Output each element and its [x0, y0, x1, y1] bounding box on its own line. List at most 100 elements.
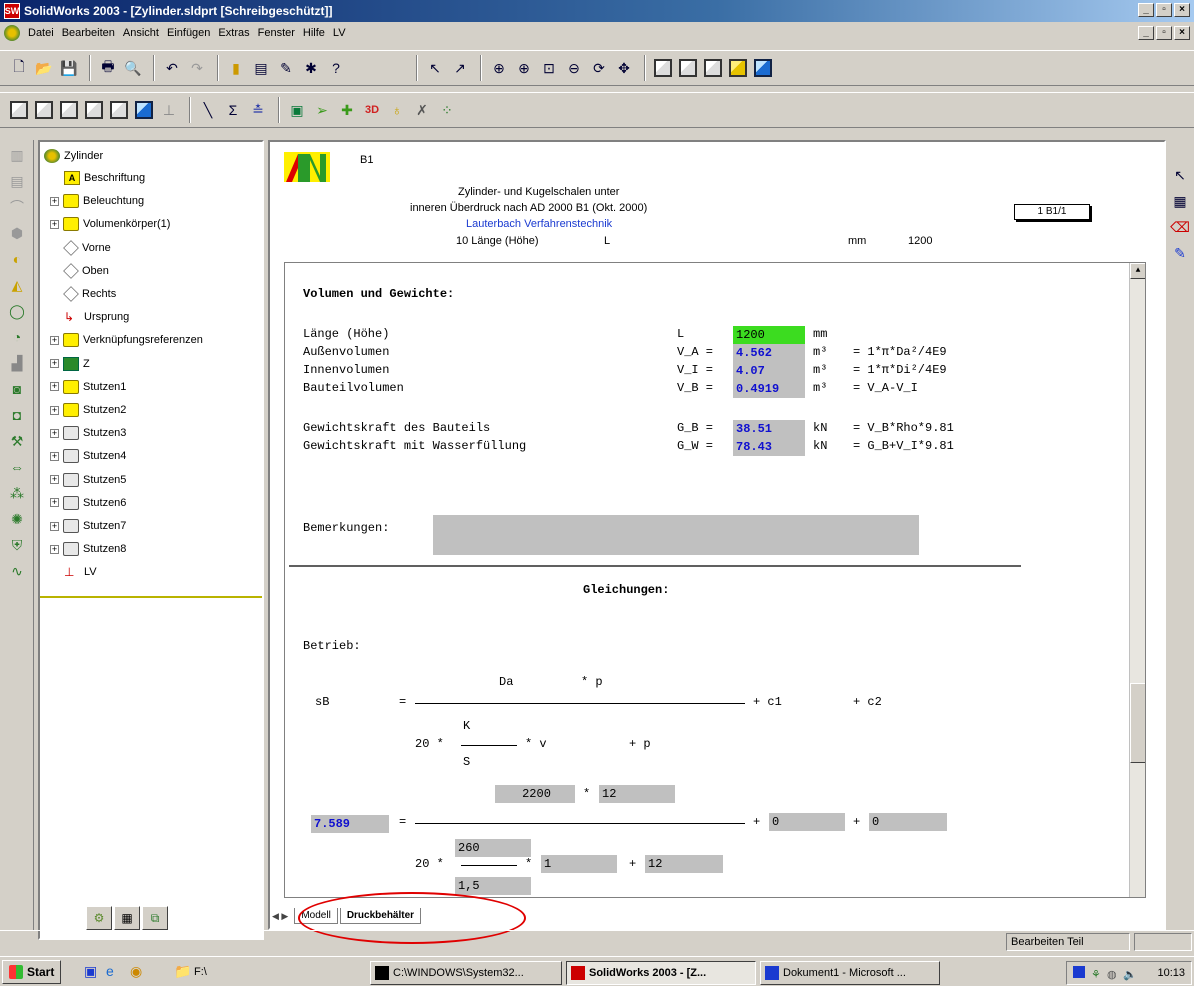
expand-icon[interactable]: +: [50, 544, 59, 554]
equation-icon[interactable]: ≛: [247, 99, 269, 121]
connection-icon[interactable]: ✚: [336, 99, 358, 121]
eraser-icon[interactable]: ⌫: [1169, 216, 1191, 238]
isometric-view-icon[interactable]: [133, 99, 155, 121]
doc-close-button[interactable]: ×: [1174, 26, 1190, 40]
left-view-icon[interactable]: [58, 99, 80, 121]
folder-icon[interactable]: 📁: [174, 963, 191, 980]
start-button[interactable]: Start: [2, 959, 62, 984]
tree-item[interactable]: + Stutzen2: [50, 400, 126, 420]
tree-item[interactable]: + Stutzen4: [50, 446, 126, 466]
scroll-thumb[interactable]: [1130, 683, 1145, 763]
row-value-field[interactable]: 1200: [733, 326, 805, 344]
remarks-field[interactable]: [433, 515, 919, 555]
normal-to-icon[interactable]: ⊥: [158, 99, 180, 121]
sweep-icon[interactable]: ⌒: [6, 196, 28, 218]
hole-icon[interactable]: ◙: [6, 378, 28, 400]
tree-item[interactable]: ↳ Ursprung: [64, 307, 129, 327]
help-icon[interactable]: ?: [325, 57, 347, 79]
front-view-icon[interactable]: [8, 99, 30, 121]
wireframe-icon[interactable]: [652, 57, 674, 79]
zoom-in-icon[interactable]: ⊕: [513, 57, 535, 79]
print-icon[interactable]: 🖶: [97, 57, 119, 79]
expand-icon[interactable]: +: [50, 521, 59, 531]
expand-icon[interactable]: +: [50, 428, 59, 438]
tree-item[interactable]: + Stutzen8: [50, 539, 126, 559]
pen-icon[interactable]: ✎: [1169, 242, 1191, 264]
menu-bearbeiten[interactable]: Bearbeiten: [58, 27, 119, 39]
chamfer-icon[interactable]: ◭: [6, 274, 28, 296]
shaded-icon[interactable]: [752, 57, 774, 79]
document-scrollbar[interactable]: ▲: [1129, 263, 1145, 897]
pointer-icon[interactable]: ↖: [1169, 164, 1191, 186]
menu-ansicht[interactable]: Ansicht: [119, 27, 163, 39]
hidden-lines-gray-icon[interactable]: [677, 57, 699, 79]
undo-icon[interactable]: ↶: [161, 57, 183, 79]
da-field[interactable]: 2200: [495, 785, 575, 803]
doc-minimize-button[interactable]: _: [1138, 26, 1154, 40]
wizard-icon[interactable]: ◘: [6, 404, 28, 426]
document-menu-icon[interactable]: [4, 25, 20, 41]
menu-einfuegen[interactable]: Einfügen: [163, 27, 214, 39]
grid-dots-icon[interactable]: ⁘: [436, 99, 458, 121]
sketch-line-icon[interactable]: ╲: [197, 99, 219, 121]
pattern-icon[interactable]: ⇔: [6, 456, 28, 478]
task-word[interactable]: Dokument1 - Microsoft ...: [760, 961, 940, 985]
draft-icon[interactable]: ◔: [6, 326, 28, 348]
circular-pattern-icon[interactable]: ✺: [6, 508, 28, 530]
tab-nav-arrows-icon[interactable]: ◀ ▶: [272, 911, 288, 922]
tools-x-icon[interactable]: ✗: [411, 99, 433, 121]
mirror-icon[interactable]: ⚒: [6, 430, 28, 452]
graphics-area[interactable]: B1 Zylinder- und Kugelschalen unter inne…: [268, 140, 1166, 930]
expand-icon[interactable]: +: [50, 219, 59, 229]
menu-lv[interactable]: LV: [329, 27, 350, 39]
redo-icon[interactable]: ↷: [186, 57, 208, 79]
p2-field[interactable]: 12: [645, 855, 723, 873]
tree-item[interactable]: Rechts: [63, 284, 116, 304]
flow-icon[interactable]: ➢: [311, 99, 333, 121]
new-file-icon[interactable]: 🗋: [8, 57, 30, 79]
minimize-button[interactable]: _: [1138, 3, 1154, 17]
tree-item[interactable]: ⊥ LV: [64, 562, 97, 582]
right-view-icon[interactable]: [83, 99, 105, 121]
volume-icon[interactable]: 🔈: [1123, 964, 1137, 986]
expand-icon[interactable]: +: [50, 196, 59, 206]
internet-explorer-icon[interactable]: e: [106, 963, 114, 979]
tools-icon[interactable]: ✱: [300, 57, 322, 79]
folder-task-label[interactable]: F:\: [194, 966, 207, 978]
3d-icon[interactable]: 3D: [361, 99, 383, 121]
task-cmd[interactable]: C:\WINDOWS\System32...: [370, 961, 562, 985]
menu-hilfe[interactable]: Hilfe: [299, 27, 329, 39]
open-file-icon[interactable]: 📂: [33, 57, 55, 79]
tree-item[interactable]: + Stutzen7: [50, 516, 126, 536]
sum-icon[interactable]: Σ: [222, 99, 244, 121]
loft-icon[interactable]: ⬢: [6, 222, 28, 244]
curve-icon[interactable]: ∿: [6, 560, 28, 582]
tree-item[interactable]: + Verknüpfungsreferenzen: [50, 330, 203, 350]
tree-item[interactable]: + Beleuchtung: [50, 191, 144, 211]
fillet-icon[interactable]: ◐: [6, 248, 28, 270]
tree-item[interactable]: + Z: [50, 354, 90, 374]
tree-root[interactable]: Zylinder: [44, 146, 103, 166]
options-icon[interactable]: ▤: [250, 57, 272, 79]
k-field[interactable]: 260: [455, 839, 531, 857]
tree-item[interactable]: Oben: [63, 261, 109, 281]
media-player-icon[interactable]: ◉: [130, 963, 142, 980]
show-desktop-icon[interactable]: ▣: [84, 963, 97, 980]
sketch-icon[interactable]: ✎: [275, 57, 297, 79]
expand-icon[interactable]: +: [50, 498, 59, 508]
tray-network-icon[interactable]: ◍: [1107, 964, 1117, 986]
expand-icon[interactable]: +: [50, 451, 59, 461]
tree-item[interactable]: + Volumenkörper(1): [50, 214, 170, 234]
revolve-icon[interactable]: ▤: [6, 170, 28, 192]
hidden-lines-removed-icon[interactable]: [702, 57, 724, 79]
c1-field[interactable]: 0: [769, 813, 845, 831]
dome-icon[interactable]: ⛨: [6, 534, 28, 556]
solidworks-app-icon[interactable]: SW: [4, 3, 20, 19]
zoom-area-icon[interactable]: ⊡: [538, 57, 560, 79]
menu-extras[interactable]: Extras: [214, 27, 253, 39]
menu-datei[interactable]: Datei: [24, 27, 58, 39]
select-filter-icon[interactable]: ↗: [449, 57, 471, 79]
top-view-icon[interactable]: [108, 99, 130, 121]
document-sheet[interactable]: Volumen und Gewichte: Länge (Höhe) L 1200 m…: [284, 262, 1146, 898]
zoom-out-icon[interactable]: ⊖: [563, 57, 585, 79]
